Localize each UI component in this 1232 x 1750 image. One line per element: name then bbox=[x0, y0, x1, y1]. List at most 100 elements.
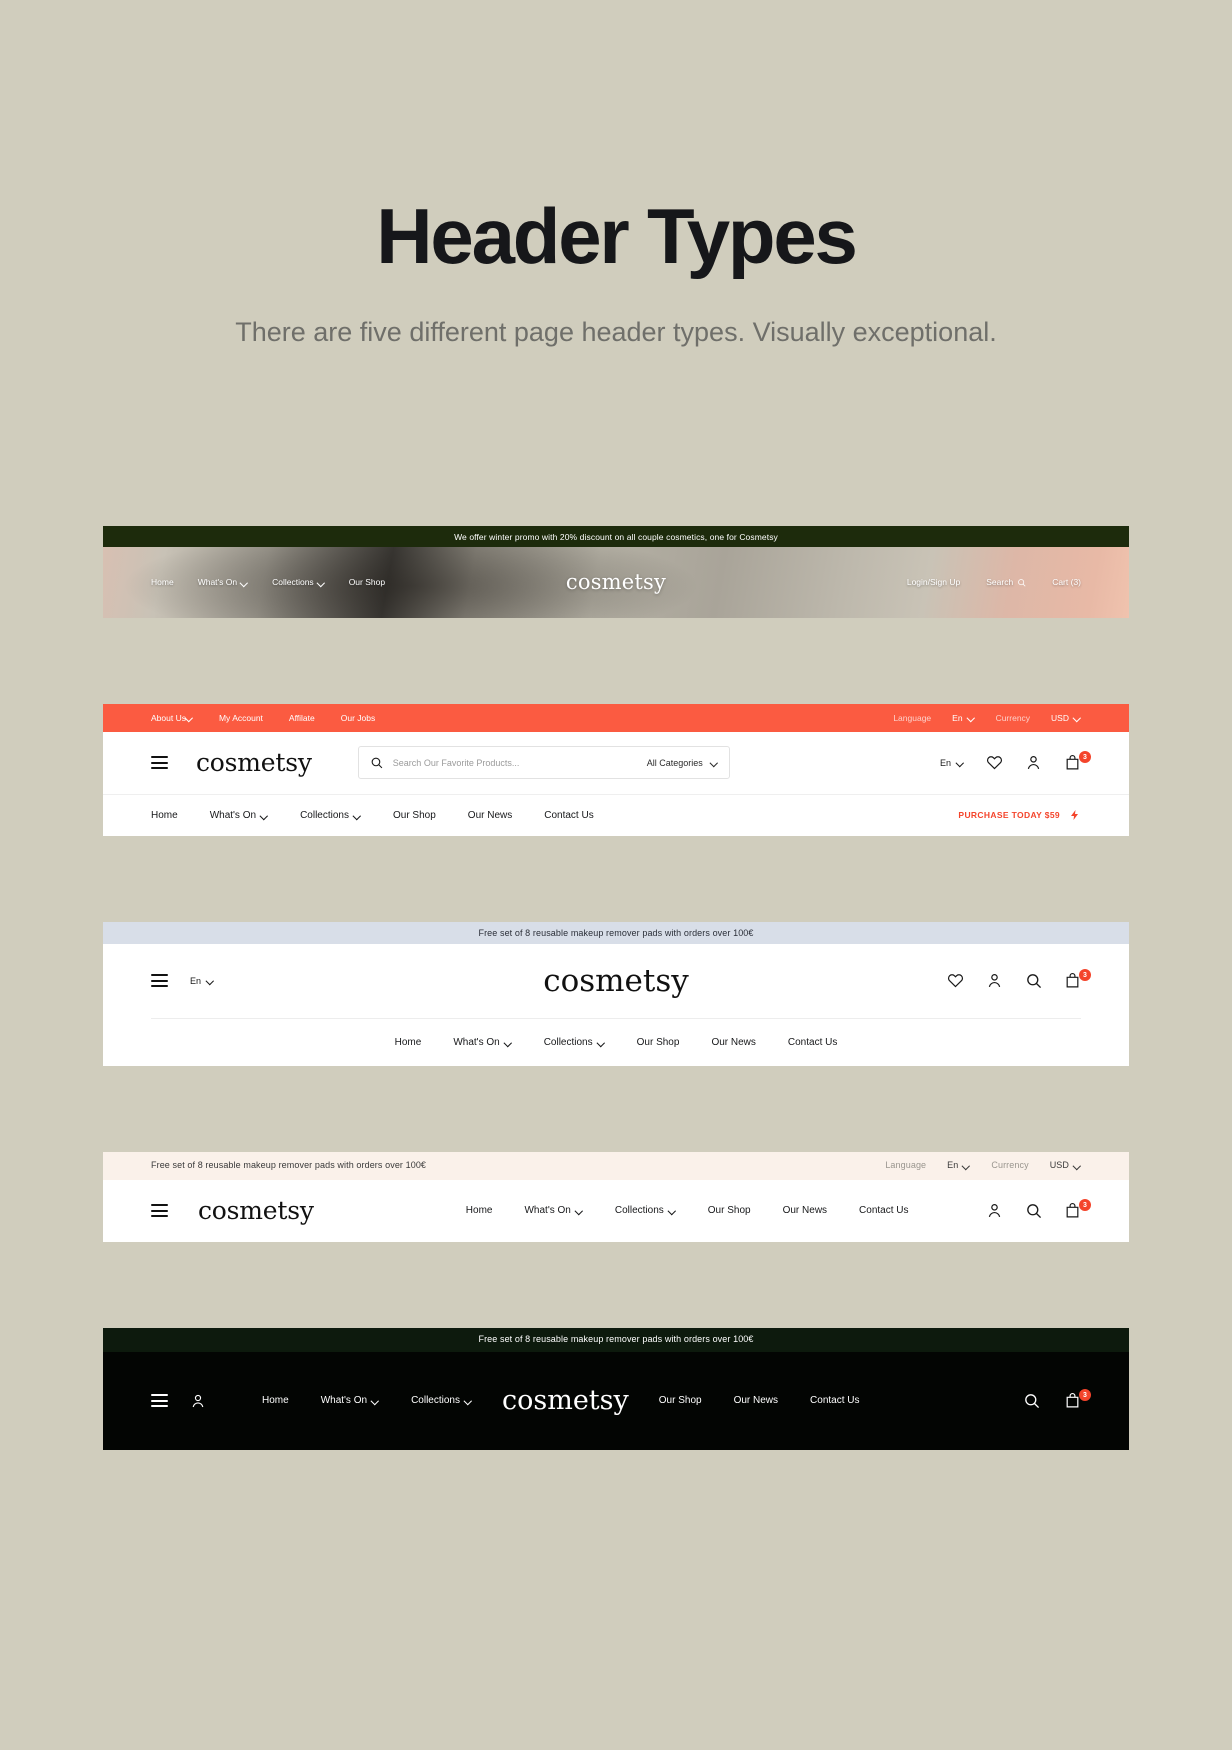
header-type-2: About Us My Account Affilate Our Jobs La… bbox=[103, 703, 1129, 836]
nav-label: What's On bbox=[209, 809, 257, 821]
chevron-down-icon bbox=[261, 812, 268, 819]
nav-item-home[interactable]: Home bbox=[262, 1395, 289, 1406]
heart-icon[interactable] bbox=[986, 754, 1003, 771]
nav-label: Our Shop bbox=[392, 809, 436, 821]
hamburger-icon[interactable] bbox=[151, 971, 168, 991]
hamburger-icon[interactable] bbox=[151, 1201, 168, 1221]
search-icon[interactable] bbox=[1023, 1392, 1040, 1409]
nav-item-our-news[interactable]: Our News bbox=[711, 1037, 755, 1048]
chevron-down-icon bbox=[1074, 714, 1081, 721]
nav-item-collections[interactable]: Collections bbox=[411, 1395, 472, 1406]
nav-item-whats-on[interactable]: What's On bbox=[453, 1037, 511, 1048]
topbar-item-affilate[interactable]: Affilate bbox=[289, 713, 315, 723]
nav-item-home[interactable]: Home bbox=[151, 810, 178, 821]
chevron-down-icon bbox=[186, 714, 193, 721]
topbar-item-our-jobs[interactable]: Our Jobs bbox=[341, 713, 376, 723]
header3-nav-row: Home What's On Collections Our Shop Our … bbox=[151, 1017, 1081, 1066]
search-input[interactable]: Search Our Favorite Products... All Cate… bbox=[357, 746, 730, 780]
category-select[interactable]: All Categories bbox=[647, 758, 718, 768]
brand-logo[interactable]: cosmetsy bbox=[502, 1385, 629, 1416]
brand-logo[interactable]: cosmetsy bbox=[196, 750, 312, 775]
brand-logo[interactable]: cosmetsy bbox=[198, 1198, 314, 1223]
nav-item-our-news[interactable]: Our News bbox=[468, 810, 512, 821]
chevron-down-icon bbox=[1074, 1162, 1081, 1169]
language-value: En bbox=[190, 975, 202, 986]
nav-item-contact-us[interactable]: Contact Us bbox=[859, 1205, 908, 1216]
nav-label: Home bbox=[394, 1036, 422, 1048]
header1-utility-nav: Login/Sign Up Search Cart (3) bbox=[907, 577, 1081, 587]
topbar-item-about-us[interactable]: About Us bbox=[151, 713, 193, 723]
language-selector[interactable]: En bbox=[940, 758, 964, 768]
hamburger-icon[interactable] bbox=[151, 1391, 168, 1411]
user-icon[interactable] bbox=[986, 1202, 1003, 1219]
nav-label: Collections bbox=[543, 1036, 593, 1048]
search-icon[interactable] bbox=[1025, 972, 1042, 989]
nav-label: Our News bbox=[733, 1395, 779, 1407]
nav-item-our-news[interactable]: Our News bbox=[783, 1205, 827, 1216]
page-header-section: Header Types There are five different pa… bbox=[0, 0, 1232, 354]
search-icon bbox=[1018, 578, 1026, 587]
nav-item-contact-us[interactable]: Contact Us bbox=[810, 1395, 859, 1406]
nav-item-contact-us[interactable]: Contact Us bbox=[544, 810, 593, 821]
nav-item-collections[interactable]: Collections bbox=[272, 577, 325, 587]
nav-label: Our News bbox=[711, 1036, 756, 1048]
language-selector[interactable]: En bbox=[947, 1161, 970, 1170]
nav-item-collections[interactable]: Collections bbox=[615, 1205, 676, 1216]
currency-label: Currency bbox=[995, 712, 1031, 723]
nav-item-our-shop[interactable]: Our Shop bbox=[349, 577, 385, 587]
hamburger-icon[interactable] bbox=[151, 753, 168, 773]
nav-item-whats-on[interactable]: What's On bbox=[524, 1205, 582, 1216]
language-selector[interactable]: En bbox=[190, 976, 214, 986]
currency-selector[interactable]: USD bbox=[1050, 1161, 1081, 1170]
main-nav: Home What's On Collections Our Shop Our … bbox=[466, 1205, 909, 1216]
category-value: All Categories bbox=[646, 757, 703, 768]
currency-selector[interactable]: USD bbox=[1051, 713, 1081, 723]
topbar-item-my-account[interactable]: My Account bbox=[219, 713, 263, 723]
nav-item-collections[interactable]: Collections bbox=[544, 1037, 605, 1048]
promo-bar-pads: Free set of 8 reusable makeup remover pa… bbox=[103, 1327, 1129, 1352]
nav-label: What's On bbox=[197, 577, 238, 588]
heart-icon[interactable] bbox=[947, 972, 964, 989]
cart-badge: 3 bbox=[1079, 969, 1091, 982]
nav-item-collections[interactable]: Collections bbox=[300, 810, 361, 821]
header5-main-row: Home What's On Collections cosmetsy Our … bbox=[103, 1352, 1129, 1450]
cart-link[interactable]: Cart (3) bbox=[1052, 577, 1081, 587]
user-icon[interactable] bbox=[986, 972, 1003, 989]
cart-button[interactable]: 3 bbox=[1064, 969, 1091, 989]
nav-label: Collections bbox=[614, 1205, 664, 1217]
nav-item-our-shop[interactable]: Our Shop bbox=[393, 810, 436, 821]
cart-button[interactable]: 3 bbox=[1064, 1389, 1091, 1409]
nav-label: Collections bbox=[300, 809, 349, 821]
search-icon bbox=[371, 757, 383, 769]
search-button[interactable]: Search bbox=[986, 577, 1026, 587]
cart-button[interactable]: 3 bbox=[1064, 1199, 1091, 1219]
login-signup-link[interactable]: Login/Sign Up bbox=[907, 577, 960, 587]
promo-text: Free set of 8 reusable makeup remover pa… bbox=[151, 1160, 427, 1171]
nav-label: What's On bbox=[453, 1036, 500, 1048]
purchase-cta-label: PURCHASE TODAY $59 bbox=[958, 810, 1060, 821]
nav-item-home[interactable]: Home bbox=[395, 1037, 422, 1048]
nav-item-whats-on[interactable]: What's On bbox=[210, 810, 268, 821]
nav-label: Home bbox=[262, 1395, 289, 1407]
user-icon[interactable] bbox=[1025, 754, 1042, 771]
nav-item-our-shop[interactable]: Our Shop bbox=[708, 1205, 751, 1216]
chevron-down-icon bbox=[354, 812, 361, 819]
nav-label: Contact Us bbox=[787, 1036, 838, 1048]
user-icon[interactable] bbox=[190, 1393, 206, 1409]
cart-button[interactable]: 3 bbox=[1064, 751, 1091, 771]
nav-item-home[interactable]: Home bbox=[466, 1205, 493, 1216]
nav-item-our-shop[interactable]: Our Shop bbox=[659, 1395, 702, 1406]
header5-icon-group: 3 bbox=[1023, 1389, 1091, 1409]
nav-item-our-shop[interactable]: Our Shop bbox=[637, 1037, 680, 1048]
search-icon[interactable] bbox=[1025, 1202, 1042, 1219]
header4-icon-group: 3 bbox=[986, 1199, 1091, 1219]
nav-item-home[interactable]: Home bbox=[151, 577, 174, 587]
language-selector[interactable]: En bbox=[952, 713, 974, 723]
nav-item-contact-us[interactable]: Contact Us bbox=[788, 1037, 837, 1048]
currency-value: USD bbox=[1051, 712, 1069, 723]
purchase-cta[interactable]: PURCHASE TODAY $59 bbox=[958, 809, 1081, 821]
nav-item-our-news[interactable]: Our News bbox=[734, 1395, 778, 1406]
nav-item-whats-on[interactable]: What's On bbox=[198, 577, 248, 587]
nav-item-whats-on[interactable]: What's On bbox=[321, 1395, 379, 1406]
cart-badge: 3 bbox=[1079, 1199, 1091, 1212]
